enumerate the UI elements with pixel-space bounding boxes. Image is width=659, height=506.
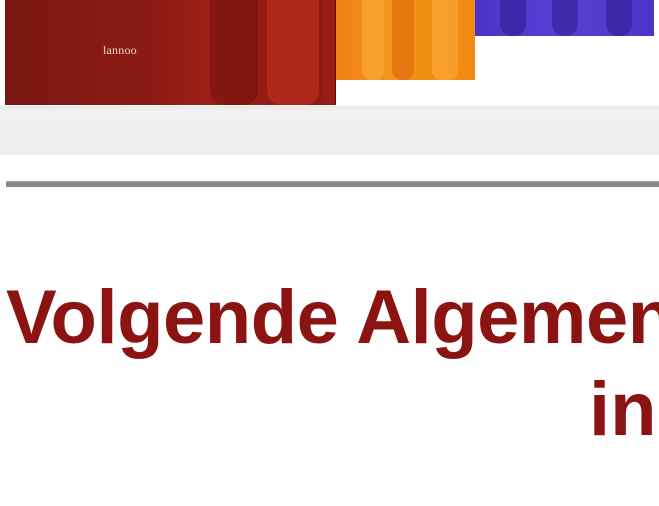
image-caption-bar bbox=[0, 113, 659, 155]
book-covers-image: lannoo bbox=[0, 0, 659, 113]
blue-book-cover bbox=[470, 0, 654, 36]
image-bottom-edge bbox=[0, 106, 659, 113]
publisher-logo-text: lannoo bbox=[103, 43, 137, 57]
page-heading-line1: Volgende Algemen bbox=[6, 275, 659, 360]
orange-book-cover bbox=[320, 0, 475, 80]
red-book-cover: lannoo bbox=[5, 0, 335, 105]
horizontal-divider bbox=[6, 181, 659, 187]
page-heading-line2: in bbox=[589, 367, 657, 452]
